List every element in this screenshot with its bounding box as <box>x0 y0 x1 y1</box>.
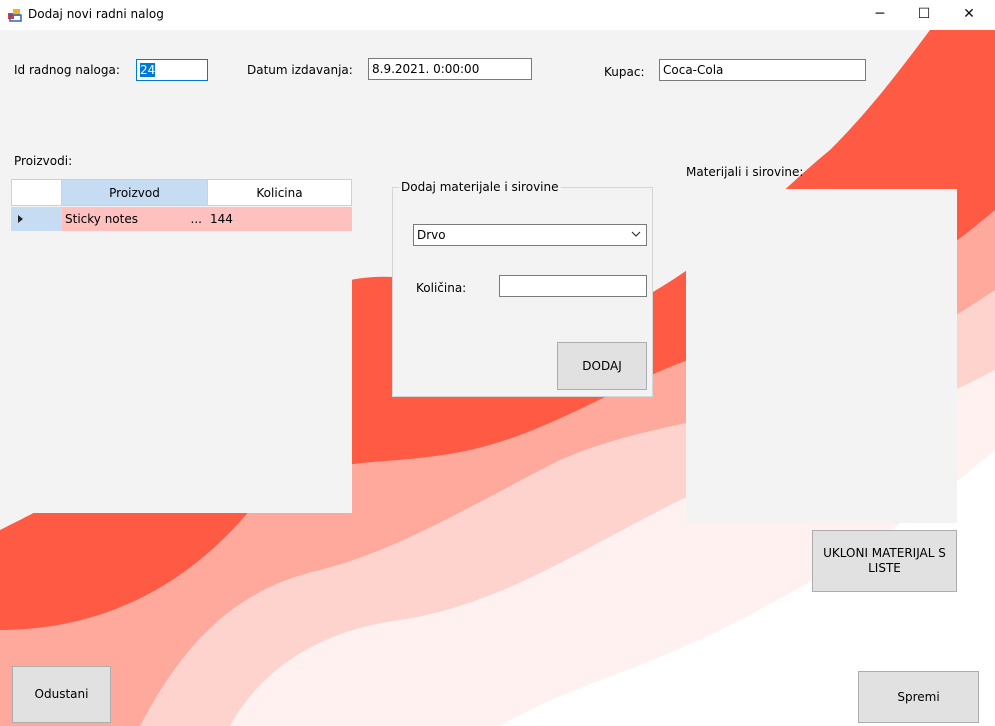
minimize-button[interactable]: ─ <box>857 0 903 30</box>
customer-label: Kupac: <box>604 65 645 79</box>
column-header-quantity[interactable]: Kolicina <box>207 179 352 206</box>
cancel-button[interactable]: Odustani <box>12 666 111 723</box>
material-dropdown[interactable]: Drvo <box>413 224 647 246</box>
column-header-product[interactable]: Proizvod <box>61 179 208 206</box>
customer-field[interactable]: Coca-Cola <box>659 59 866 81</box>
add-materials-group-title: Dodaj materijale i sirovine <box>399 180 561 194</box>
products-grid[interactable]: Proizvod Kolicina Sticky notes ... 144 <box>11 179 352 513</box>
products-label: Proizvodi: <box>14 154 73 168</box>
quantity-field[interactable] <box>499 275 647 297</box>
grid-corner-header <box>11 179 62 206</box>
save-button[interactable]: Spremi <box>858 671 979 723</box>
title-bar: Dodaj novi radni nalog ─ ☐ ✕ <box>0 0 995 30</box>
work-order-id-field[interactable]: 24 <box>136 59 208 81</box>
remove-material-button[interactable]: UKLONI MATERIJAL S LISTE <box>812 530 957 592</box>
quantity-label: Količina: <box>416 281 467 295</box>
work-order-id-value: 24 <box>140 63 156 77</box>
material-dropdown-value: Drvo <box>417 228 446 242</box>
issue-date-label: Datum izdavanja: <box>247 63 353 77</box>
maximize-button[interactable]: ☐ <box>901 0 947 30</box>
add-materials-group: Dodaj materijale i sirovine Drvo Količin… <box>392 180 653 397</box>
cell-product[interactable]: Sticky notes ... <box>62 207 208 231</box>
form-client-area: Id radnog naloga: 24 Datum izdavanja: 8.… <box>0 30 995 726</box>
issue-date-field[interactable]: 8.9.2021. 0:00:00 <box>368 58 532 80</box>
app-form-icon <box>8 9 22 22</box>
cell-product-text: Sticky notes <box>65 212 138 226</box>
row-pointer-icon <box>18 215 23 223</box>
close-button[interactable]: ✕ <box>946 0 992 30</box>
row-header-selected[interactable] <box>11 207 62 231</box>
work-order-id-label: Id radnog naloga: <box>14 63 120 77</box>
cell-quantity[interactable]: 144 <box>208 207 352 231</box>
add-material-button[interactable]: DODAJ <box>557 342 647 390</box>
window-title: Dodaj novi radni nalog <box>28 7 164 21</box>
materials-listbox[interactable] <box>686 189 957 523</box>
chevron-down-icon <box>631 231 641 237</box>
materials-label: Materijali i sirovine: <box>686 165 804 179</box>
cell-product-ellipsis: ... <box>190 212 202 226</box>
